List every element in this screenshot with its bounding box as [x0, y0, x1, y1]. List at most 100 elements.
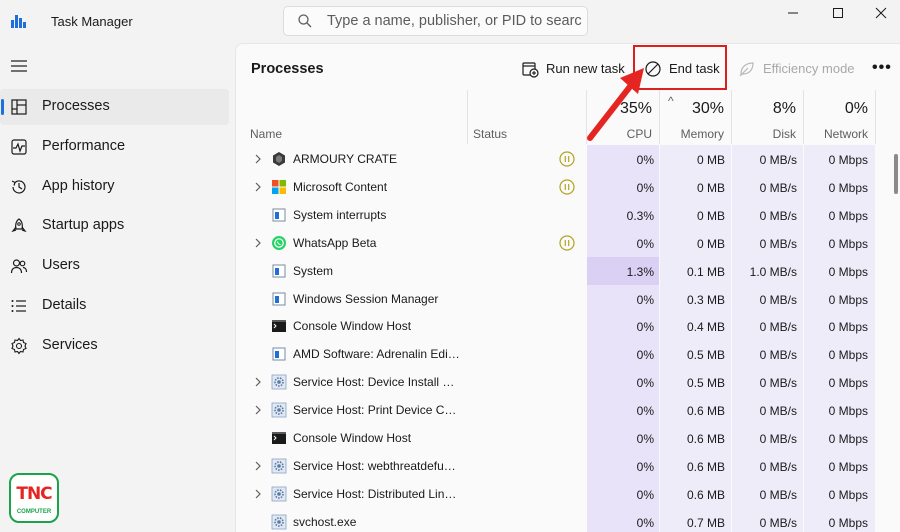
- memory-value: 0 MB: [696, 236, 725, 251]
- chevron-right-icon[interactable]: [254, 488, 262, 500]
- efficiency-mode-label: Efficiency mode: [763, 61, 855, 76]
- sidebar-item-label: App history: [42, 178, 115, 194]
- sidebar-item-label: Performance: [42, 138, 126, 154]
- process-name: Microsoft Content: [293, 179, 388, 194]
- disk-value: 0 MB/s: [759, 432, 797, 446]
- efficiency-mode-button[interactable]: Efficiency mode: [738, 57, 858, 83]
- column-name[interactable]: Name: [236, 90, 467, 144]
- processes-icon: [11, 99, 27, 115]
- sidebar-item-users[interactable]: Users: [0, 248, 230, 284]
- table-row[interactable]: AMD Software: Adrenalin Edit... 0% 0.5 MB 0…: [236, 340, 900, 369]
- memory-value: 0 MB: [696, 208, 725, 223]
- table-row[interactable]: svchost.exe 0% 0.7 MB 0 MB/s 0 Mbps: [236, 507, 900, 532]
- sidebar-item-app-history[interactable]: App history: [0, 169, 230, 205]
- maximize-button[interactable]: [818, 4, 858, 24]
- process-name: System interrupts: [293, 207, 387, 222]
- table-row[interactable]: Service Host: Device Install Se... 0% 0.5 …: [236, 368, 900, 397]
- sidebar-item-label: Details: [42, 297, 87, 313]
- sidebar-item-services[interactable]: Services: [0, 328, 230, 364]
- column-network-label: Network: [823, 127, 868, 141]
- disk-value: 0 MB/s: [759, 180, 797, 195]
- window-app-icon: [271, 207, 287, 223]
- sidebar-item-processes[interactable]: Processes: [0, 89, 229, 125]
- sidebar-item-details[interactable]: Details: [0, 288, 230, 324]
- table-row[interactable]: Console Window Host 0% 0.6 MB 0 MB/s 0 Mbps: [236, 424, 900, 452]
- table-row[interactable]: Windows Session Manager 0% 0.3 MB 0 MB/s 0 M…: [236, 284, 900, 313]
- close-icon: [875, 7, 887, 19]
- gear-service-icon: [271, 374, 287, 390]
- gear-service-icon: [271, 486, 287, 502]
- maximize-icon: [833, 8, 843, 18]
- disk-value: 0 MB/s: [759, 320, 797, 335]
- tnc-computer-logo: TNC COMPUTER: [9, 473, 59, 523]
- cpu-value: 0%: [636, 180, 654, 195]
- close-button[interactable]: [861, 4, 900, 24]
- console-icon: [271, 430, 287, 446]
- disk-value: 0 MB/s: [759, 487, 797, 502]
- cpu-value: 0%: [636, 236, 654, 251]
- table-row[interactable]: WhatsApp Beta 0% 0 MB 0 MB/s 0 Mbps: [236, 228, 900, 257]
- table-row[interactable]: Service Host: Print Device Con... 0% 0.6 M…: [236, 396, 900, 425]
- chevron-right-icon[interactable]: [254, 237, 262, 249]
- network-value: 0 Mbps: [828, 236, 868, 251]
- process-name: Service Host: Print Device Con...: [293, 403, 461, 418]
- column-status[interactable]: Status: [468, 90, 586, 144]
- disk-value: 0 MB/s: [759, 404, 797, 419]
- sort-indicator-icon: ^: [668, 94, 674, 108]
- table-row[interactable]: System 1.3% 0.1 MB 1.0 MB/s 0 Mbps: [236, 256, 900, 285]
- network-total: 0%: [844, 100, 868, 117]
- armoury-crate-icon: [271, 151, 287, 167]
- scrollbar-thumb[interactable]: [894, 154, 898, 194]
- startup-apps-icon: [11, 218, 27, 233]
- hamburger-menu-icon[interactable]: [10, 58, 28, 74]
- microsoft-logo-icon: [271, 179, 287, 195]
- chevron-right-icon[interactable]: [254, 181, 262, 193]
- network-value: 0 Mbps: [828, 153, 868, 167]
- column-memory[interactable]: ^ 30% Memory: [660, 90, 731, 144]
- table-row[interactable]: Service Host: webthreatdefuse... 0% 0.6 MB…: [236, 451, 900, 480]
- network-value: 0 Mbps: [828, 320, 868, 335]
- disk-value: 1.0 MB/s: [749, 264, 797, 279]
- active-indicator: [1, 99, 4, 115]
- network-value: 0 Mbps: [828, 180, 868, 195]
- chevron-right-icon[interactable]: [254, 404, 262, 416]
- column-network[interactable]: 0% Network: [804, 90, 875, 144]
- memory-value: 0.1 MB: [686, 264, 725, 279]
- title-bar: Task Manager: [0, 0, 900, 42]
- table-row[interactable]: Microsoft Content 0% 0 MB 0 MB/s 0 Mbps: [236, 172, 900, 201]
- leaf-icon: [739, 62, 754, 77]
- disk-value: 0 MB/s: [759, 348, 797, 363]
- sidebar-item-performance[interactable]: Performance: [0, 129, 230, 165]
- column-disk[interactable]: 8% Disk: [732, 90, 803, 144]
- task-manager-icon: [11, 14, 27, 28]
- table-row[interactable]: Console Window Host 0% 0.4 MB 0 MB/s 0 Mbps: [236, 312, 900, 341]
- memory-value: 0.5 MB: [686, 348, 725, 363]
- end-task-label: End task: [669, 61, 720, 76]
- table-row[interactable]: ARMOURY CRATE 0% 0 MB 0 MB/s 0 Mbps: [236, 145, 900, 173]
- sidebar-item-startup-apps[interactable]: Startup apps: [0, 208, 230, 244]
- column-disk-label: Disk: [772, 127, 796, 141]
- cpu-value: 0%: [636, 459, 654, 474]
- window-app-icon: [271, 263, 287, 279]
- table-row[interactable]: System interrupts 0.3% 0 MB 0 MB/s 0 Mbps: [236, 200, 900, 229]
- table-row[interactable]: Service Host: Distributed Link ... 0% 0.6 …: [236, 479, 900, 508]
- cpu-value: 0%: [636, 487, 654, 502]
- disk-value: 0 MB/s: [759, 459, 797, 474]
- annotation-arrow: [587, 68, 644, 141]
- minimize-button[interactable]: [773, 4, 813, 24]
- logo-subtext: COMPUTER: [16, 509, 52, 515]
- cpu-value: 0%: [636, 348, 654, 363]
- cpu-value: 0%: [636, 432, 654, 446]
- search-box[interactable]: [283, 6, 588, 36]
- whatsapp-icon: [271, 235, 287, 251]
- network-value: 0 Mbps: [828, 487, 868, 502]
- more-options-button[interactable]: •••: [872, 59, 892, 79]
- chevron-right-icon[interactable]: [254, 376, 262, 388]
- search-input[interactable]: [327, 11, 582, 31]
- cpu-value: 0%: [636, 376, 654, 391]
- memory-value: 0.4 MB: [686, 320, 725, 335]
- chevron-right-icon[interactable]: [254, 460, 262, 472]
- details-icon: [11, 300, 26, 312]
- chevron-right-icon[interactable]: [254, 153, 262, 165]
- memory-value: 0.7 MB: [686, 515, 725, 530]
